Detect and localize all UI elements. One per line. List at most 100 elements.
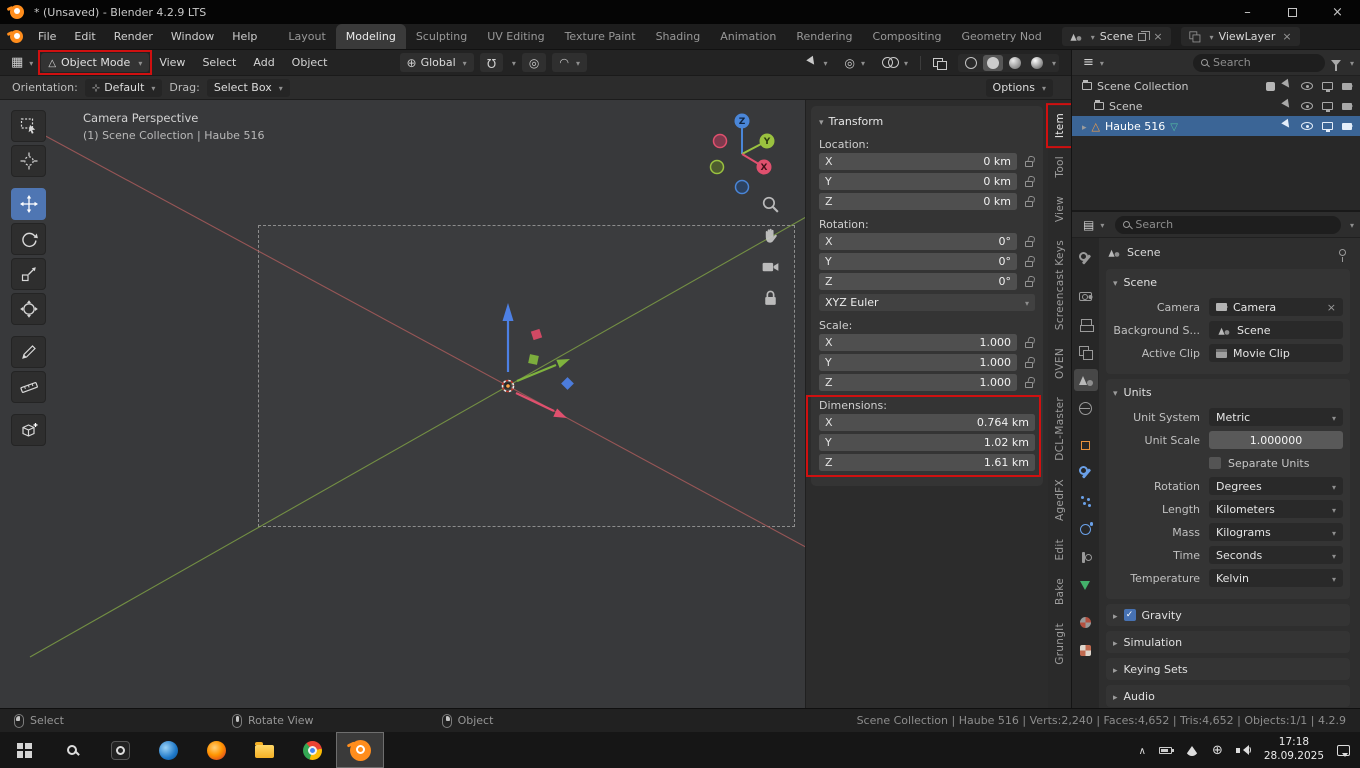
- rotation-x-field[interactable]: X0°: [819, 233, 1017, 250]
- dimension-x-field[interactable]: X0.764 km: [819, 414, 1035, 431]
- render-disable-icon[interactable]: [1342, 83, 1352, 90]
- selectable-icon[interactable]: [1281, 79, 1294, 93]
- properties-tab-object[interactable]: [1074, 434, 1098, 456]
- menu-window[interactable]: Window: [162, 24, 223, 49]
- selectability-dropdown[interactable]: [804, 54, 832, 71]
- pin-icon[interactable]: [1339, 249, 1346, 256]
- properties-tab-texture[interactable]: [1074, 639, 1098, 661]
- viewport-canvas[interactable]: Camera Perspective (1) Scene Collection …: [0, 100, 1071, 708]
- lock-icon[interactable]: [1025, 161, 1033, 167]
- tool-add-primitive-button[interactable]: [11, 414, 46, 446]
- close-button[interactable]: ×: [1315, 0, 1360, 24]
- menu-help[interactable]: Help: [223, 24, 266, 49]
- rotation-mode-dropdown[interactable]: XYZ Euler: [819, 294, 1035, 311]
- new-scene-icon[interactable]: [1138, 33, 1146, 41]
- gravity-panel[interactable]: ✓Gravity: [1106, 604, 1350, 626]
- shading-rendered-button[interactable]: [1027, 55, 1047, 71]
- sidebar-tab-screencast-keys[interactable]: Screencast Keys: [1048, 232, 1071, 338]
- lock-view-icon[interactable]: [760, 287, 781, 308]
- snap-toggle[interactable]: [480, 53, 503, 72]
- render-disable-icon[interactable]: [1342, 123, 1352, 130]
- language-icon[interactable]: [1212, 743, 1223, 758]
- properties-search[interactable]: [1115, 216, 1341, 234]
- exclude-checkbox[interactable]: [1266, 82, 1275, 91]
- location-x-field[interactable]: X0 km: [819, 153, 1017, 170]
- transform-panel-header[interactable]: Transform: [819, 112, 1035, 130]
- rotation-y-field[interactable]: Y0°: [819, 253, 1017, 270]
- properties-tab-particles[interactable]: [1074, 490, 1098, 512]
- pan-hand-icon[interactable]: [760, 225, 781, 246]
- taskbar-clock[interactable]: 17:18 28.09.2025: [1264, 736, 1324, 763]
- background-scene-field[interactable]: Scene: [1209, 321, 1343, 339]
- shading-material-button[interactable]: [1005, 55, 1025, 71]
- tool-measure-button[interactable]: [11, 371, 46, 403]
- properties-options-dropdown[interactable]: [1347, 218, 1354, 231]
- maximize-button[interactable]: [1270, 0, 1315, 24]
- units-panel-header[interactable]: Units: [1113, 381, 1343, 403]
- sidebar-tab-bake[interactable]: Bake: [1048, 570, 1071, 613]
- unlink-scene-icon[interactable]: ×: [1151, 30, 1164, 43]
- tool-select-box-button[interactable]: [11, 110, 46, 142]
- hide-eye-icon[interactable]: [1301, 82, 1313, 90]
- sidebar-tab-dcl-master[interactable]: DCL-Master: [1048, 389, 1071, 469]
- outliner-search-input[interactable]: [1213, 56, 1317, 69]
- scale-y-field[interactable]: Y1.000: [819, 354, 1017, 371]
- lock-icon[interactable]: [1025, 241, 1033, 247]
- shading-solid-button[interactable]: [983, 55, 1003, 71]
- outliner-editor-type-button[interactable]: [1078, 53, 1109, 72]
- tool-annotate-button[interactable]: [11, 336, 46, 368]
- simulation-panel[interactable]: Simulation: [1106, 631, 1350, 653]
- properties-editor-type-button[interactable]: [1078, 216, 1109, 234]
- hidden-icons-chevron[interactable]: [1139, 744, 1146, 757]
- camera-view-icon[interactable]: [760, 256, 781, 277]
- editor-type-button[interactable]: [6, 53, 38, 72]
- xray-toggle[interactable]: [928, 56, 951, 70]
- scale-z-field[interactable]: Z1.000: [819, 374, 1017, 391]
- workspace-tab-animation[interactable]: Animation: [710, 24, 786, 49]
- scale-x-field[interactable]: X1.000: [819, 334, 1017, 351]
- properties-tab-render[interactable]: [1074, 285, 1098, 307]
- tool-move-button[interactable]: [11, 188, 46, 220]
- sidebar-tab-grungit[interactable]: GrungIt: [1048, 615, 1071, 673]
- drag-dropdown[interactable]: Select Box: [207, 79, 290, 97]
- tool-transform-button[interactable]: [11, 293, 46, 325]
- remove-viewlayer-icon[interactable]: ×: [1280, 30, 1293, 43]
- active-clip-field[interactable]: Movie Clip: [1209, 344, 1343, 362]
- length-unit-dropdown[interactable]: Kilometers: [1209, 500, 1343, 518]
- menu-add[interactable]: Add: [246, 56, 281, 69]
- lock-icon[interactable]: [1025, 201, 1033, 207]
- proportional-editing-toggle[interactable]: [522, 53, 546, 72]
- network-icon[interactable]: [1185, 739, 1199, 756]
- orientation-dropdown[interactable]: Default: [85, 79, 163, 97]
- tool-scale-button[interactable]: [11, 258, 46, 290]
- taskbar-chrome[interactable]: [288, 732, 336, 768]
- viewlayer-selector[interactable]: ViewLayer ×: [1181, 27, 1300, 46]
- scene-camera-field[interactable]: Camera×: [1209, 298, 1343, 316]
- start-button[interactable]: [0, 732, 48, 768]
- taskbar-firefox[interactable]: [192, 732, 240, 768]
- workspace-tab-layout[interactable]: Layout: [278, 24, 335, 49]
- scene-selector[interactable]: Scene ×: [1062, 27, 1171, 46]
- taskbar-app-circle[interactable]: [96, 732, 144, 768]
- selectable-icon[interactable]: [1281, 119, 1294, 133]
- clear-icon[interactable]: ×: [1327, 301, 1336, 314]
- snap-settings-dropdown[interactable]: [509, 56, 516, 69]
- workspace-tab-compositing[interactable]: Compositing: [863, 24, 952, 49]
- transform-orientation-dropdown[interactable]: Global: [400, 53, 474, 72]
- blender-menu-icon[interactable]: [10, 30, 23, 43]
- keying-sets-panel[interactable]: Keying Sets: [1106, 658, 1350, 680]
- notification-center-icon[interactable]: [1337, 745, 1350, 756]
- taskbar-app-blue[interactable]: [144, 732, 192, 768]
- sidebar-tab-view[interactable]: View: [1048, 188, 1071, 230]
- menu-edit[interactable]: Edit: [65, 24, 104, 49]
- hide-eye-icon[interactable]: [1301, 102, 1313, 110]
- rotation-unit-dropdown[interactable]: Degrees: [1209, 477, 1343, 495]
- workspace-tab-texture-paint[interactable]: Texture Paint: [555, 24, 646, 49]
- gravity-checkbox[interactable]: ✓: [1124, 609, 1136, 621]
- minimize-button[interactable]: –: [1225, 0, 1270, 24]
- separate-units-checkbox[interactable]: [1209, 457, 1221, 469]
- filter-icon[interactable]: [1331, 60, 1341, 66]
- sidebar-tab-agedfx[interactable]: AgedFX: [1048, 471, 1071, 529]
- properties-search-input[interactable]: [1135, 218, 1333, 231]
- mass-unit-dropdown[interactable]: Kilograms: [1209, 523, 1343, 541]
